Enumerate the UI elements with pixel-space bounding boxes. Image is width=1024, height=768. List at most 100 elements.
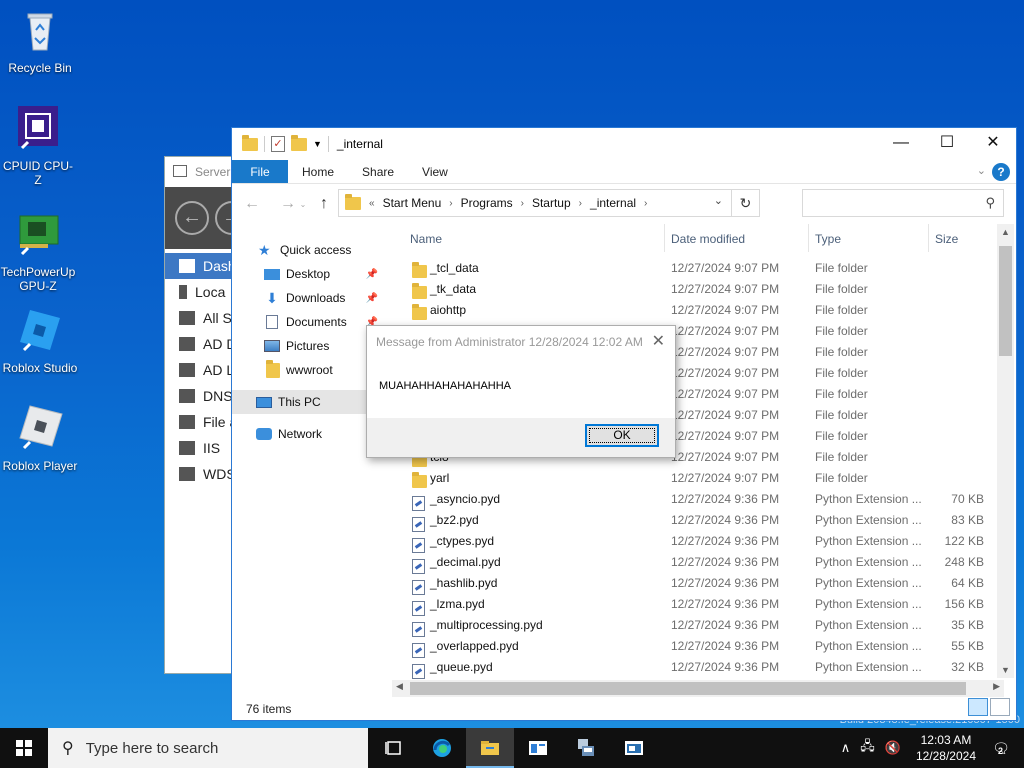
minimize-button[interactable]: —: [878, 128, 924, 158]
desktop-icon-label: CPUID CPU-Z: [2, 159, 73, 187]
tab-share[interactable]: Share: [348, 160, 408, 183]
file-name: _lzma.pyd: [430, 597, 485, 611]
nav-quick-access[interactable]: ★ Quick access: [232, 238, 388, 262]
table-row[interactable]: _overlapped.pyd 12/27/2024 9:36 PM Python …: [392, 636, 1004, 658]
volume-muted-icon[interactable]: 🔇: [885, 740, 901, 756]
close-icon[interactable]: ✕: [652, 331, 665, 351]
table-row[interactable]: _hashlib.pyd 12/27/2024 9:36 PM Python Ext…: [392, 573, 1004, 595]
desktop-icon-roblox-player[interactable]: Roblox Player: [2, 404, 78, 473]
expand-ribbon-icon[interactable]: ⌄: [977, 164, 986, 177]
column-header-type[interactable]: Type: [815, 232, 841, 246]
details-view-icon[interactable]: [968, 698, 988, 716]
taskbar-edge[interactable]: [418, 728, 466, 768]
nav-pictures[interactable]: Pictures: [232, 334, 388, 358]
nav-wwwroot[interactable]: wwwroot: [232, 358, 388, 382]
table-row[interactable]: _queue.pyd 12/27/2024 9:36 PM Python Exten…: [392, 657, 1004, 679]
show-hidden-icons-icon[interactable]: ∧: [841, 740, 851, 756]
nav-label: This PC: [278, 395, 321, 409]
column-header-date[interactable]: Date modified: [671, 232, 745, 246]
back-arrow-icon[interactable]: ←: [175, 201, 209, 235]
scroll-up-icon[interactable]: ▲: [997, 227, 1014, 237]
column-header-name[interactable]: Name: [410, 232, 442, 246]
task-view-button[interactable]: [370, 728, 418, 768]
taskbar-search[interactable]: ⚲ Type here to search: [48, 728, 368, 768]
table-row[interactable]: _multiprocessing.pyd 12/27/2024 9:36 PM Py…: [392, 615, 1004, 637]
nav-documents[interactable]: Documents 📌: [232, 310, 388, 334]
file-type: Python Extension ...: [815, 534, 922, 548]
desktop-icon: [264, 268, 280, 280]
explorer-titlebar[interactable]: ✓ ▼ _internal — ☐ ✕: [232, 128, 1016, 160]
desktop-icon-recycle-bin[interactable]: Recycle Bin: [2, 6, 78, 75]
tab-file[interactable]: File: [232, 160, 288, 183]
notification-center-button[interactable]: 🗨 2: [986, 740, 1016, 757]
table-row[interactable]: _bz2.pyd 12/27/2024 9:36 PM Python Extensi…: [392, 510, 1004, 532]
scroll-left-icon[interactable]: ◀: [396, 681, 403, 692]
pin-icon[interactable]: 📌: [366, 293, 378, 304]
scroll-right-icon[interactable]: ▶: [993, 681, 1000, 692]
start-button[interactable]: [0, 728, 48, 768]
desktop-icon-cpu-z[interactable]: CPUID CPU-Z: [0, 104, 76, 187]
search-input[interactable]: ⚲: [802, 189, 1004, 217]
table-row[interactable]: _tk_data 12/27/2024 9:07 PM File folder: [392, 279, 1004, 300]
nav-downloads[interactable]: ⬇ Downloads 📌: [232, 286, 388, 310]
nav-desktop[interactable]: Desktop 📌: [232, 262, 388, 286]
forward-button[interactable]: →: [278, 195, 298, 213]
breadcrumb-start-menu[interactable]: Start Menu: [383, 196, 442, 210]
help-icon[interactable]: ?: [992, 163, 1010, 181]
chevron-right-icon[interactable]: ›: [579, 198, 582, 209]
close-button[interactable]: ✕: [970, 128, 1016, 158]
recent-locations-icon[interactable]: ⌄: [298, 200, 308, 209]
chevron-right-icon[interactable]: ›: [449, 198, 452, 209]
table-row[interactable]: _ctypes.pyd 12/27/2024 9:36 PM Python Exte…: [392, 531, 1004, 553]
desktop-icon-gpu-z[interactable]: TechPowerUp GPU-Z: [0, 210, 76, 293]
tab-view[interactable]: View: [408, 160, 462, 183]
breadcrumb-programs[interactable]: Programs: [461, 196, 513, 210]
properties-icon[interactable]: ✓: [271, 136, 285, 152]
tab-home[interactable]: Home: [288, 160, 348, 183]
desktop-icon-roblox-studio[interactable]: Roblox Studio: [2, 306, 78, 375]
table-row[interactable]: _decimal.pyd 12/27/2024 9:36 PM Python Ext…: [392, 552, 1004, 574]
table-row[interactable]: _tcl_data 12/27/2024 9:07 PM File folder: [392, 258, 1004, 279]
table-row[interactable]: _lzma.pyd 12/27/2024 9:36 PM Python Extens…: [392, 594, 1004, 616]
scroll-down-icon[interactable]: ▼: [997, 665, 1014, 675]
scrollbar-thumb[interactable]: [410, 682, 966, 695]
breadcrumb-overflow[interactable]: «: [369, 198, 375, 209]
file-date: 12/27/2024 9:07 PM: [671, 450, 780, 464]
up-button[interactable]: ↑: [314, 195, 334, 213]
network-status-icon[interactable]: 🖧: [860, 737, 875, 759]
pin-icon[interactable]: 📌: [366, 269, 378, 280]
table-row[interactable]: yarl 12/27/2024 9:07 PM File folder: [392, 468, 1004, 489]
nav-this-pc[interactable]: This PC: [232, 390, 388, 414]
taskbar-console[interactable]: [610, 728, 658, 768]
table-row[interactable]: aiohttp 12/27/2024 9:07 PM File folder: [392, 300, 1004, 321]
maximize-button[interactable]: ☐: [924, 128, 970, 158]
refresh-icon[interactable]: ↻: [731, 190, 759, 216]
ok-button[interactable]: OK: [585, 424, 659, 447]
pictures-icon: [264, 340, 280, 352]
breadcrumb-startup[interactable]: Startup: [532, 196, 571, 210]
message-dialog[interactable]: Message from Administrator 12/28/2024 12…: [366, 325, 676, 458]
chevron-right-icon[interactable]: ›: [644, 198, 647, 209]
new-folder-icon[interactable]: [291, 134, 307, 151]
file-type: Python Extension ...: [815, 555, 922, 569]
address-bar[interactable]: « Start Menu › Programs › Startup › _int…: [338, 189, 760, 217]
qat-dropdown-icon[interactable]: ▼: [313, 139, 322, 149]
vertical-scrollbar[interactable]: ▲ ▼: [997, 224, 1014, 678]
address-dropdown-icon[interactable]: ⌄: [714, 194, 723, 207]
breadcrumb-internal[interactable]: _internal: [590, 196, 636, 210]
clock[interactable]: 12:03 AM 12/28/2024: [916, 732, 976, 764]
chevron-right-icon[interactable]: ›: [521, 198, 524, 209]
file-rows: _tcl_data 12/27/2024 9:07 PM File folder _t…: [392, 254, 1004, 679]
taskbar-network-admin[interactable]: [562, 728, 610, 768]
taskbar-server-manager[interactable]: [514, 728, 562, 768]
file-date: 12/27/2024 9:36 PM: [671, 492, 780, 506]
table-row[interactable]: _asyncio.pyd 12/27/2024 9:36 PM Python Ext…: [392, 489, 1004, 511]
nav-network[interactable]: Network: [232, 422, 388, 446]
network-admin-icon: [578, 739, 594, 756]
large-icons-view-icon[interactable]: [990, 698, 1010, 716]
scrollbar-thumb[interactable]: [999, 246, 1012, 356]
horizontal-scrollbar[interactable]: ◀ ▶: [392, 680, 1004, 697]
taskbar-file-explorer[interactable]: [466, 728, 514, 768]
column-header-size[interactable]: Size: [935, 232, 958, 246]
back-button[interactable]: ←: [242, 195, 262, 213]
